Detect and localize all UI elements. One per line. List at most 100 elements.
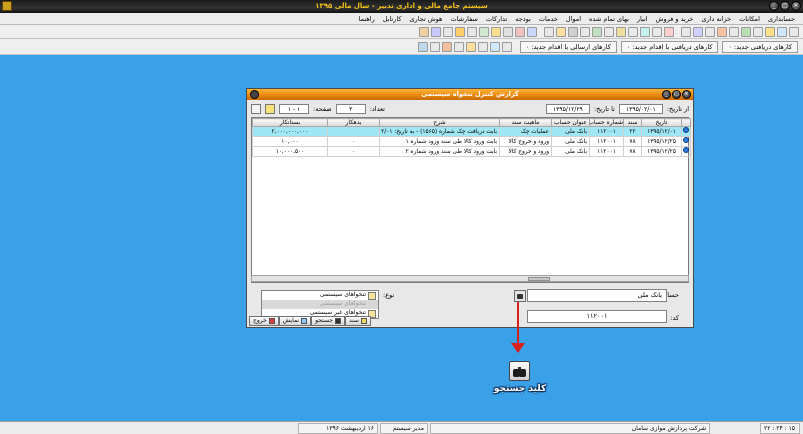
secondary-toolbar-icon-4[interactable] <box>453 41 464 52</box>
toolbar-button-icon-16[interactable] <box>592 26 602 37</box>
menu-item-7[interactable]: خدمات <box>535 13 562 25</box>
toolbar-button-icon-17[interactable] <box>580 26 590 37</box>
empty-table-row <box>253 229 691 238</box>
dialog-maximize-icon[interactable]: □ <box>672 90 681 99</box>
empty-cell <box>552 256 590 265</box>
menu-item-6[interactable]: اموال <box>562 13 585 25</box>
column-header-4[interactable]: ماهیت سند <box>499 118 552 127</box>
toolbar-button-icon-4[interactable] <box>741 26 751 37</box>
empty-cell <box>642 202 682 211</box>
menu-item-2[interactable]: خزانه داری <box>697 13 735 25</box>
tab-received-new[interactable]: کارهای دریافتی جدید: ۰ <box>722 40 798 53</box>
menu-item-5[interactable]: بهای تمام شده <box>585 13 633 25</box>
search-button[interactable]: جستجو <box>311 316 345 326</box>
toolbar-button-icon-29[interactable] <box>431 26 441 37</box>
column-header-7[interactable]: بستانکار <box>252 118 328 127</box>
toolbar-button-icon-12[interactable] <box>640 26 650 37</box>
toolbar-button-icon-6[interactable] <box>717 26 727 37</box>
toolbar-button-icon-5[interactable] <box>729 26 739 37</box>
dialog-close-icon[interactable]: × <box>682 90 691 99</box>
toolbar-button-icon-14[interactable] <box>616 26 626 37</box>
menu-item-9[interactable]: تدارکات <box>482 13 511 25</box>
page-input[interactable]: ۱ - ۱ <box>279 103 309 114</box>
toolbar-button-icon-21[interactable] <box>527 26 537 37</box>
toolbar-button-icon-9[interactable] <box>681 26 691 37</box>
empty-table-row <box>253 175 691 184</box>
column-header-5[interactable]: شرح <box>379 118 500 127</box>
menu-item-1[interactable]: امکانات <box>735 13 764 25</box>
empty-cell <box>624 211 642 220</box>
toolbar-button-icon-3[interactable] <box>753 26 763 37</box>
toolbar-button-icon-0[interactable] <box>789 26 799 37</box>
dialog-minimize-icon[interactable]: _ <box>662 90 671 99</box>
secondary-toolbar-icon-3[interactable] <box>465 41 476 52</box>
document-button[interactable]: سند <box>344 316 371 326</box>
toolbar-button-icon-22[interactable] <box>515 26 525 37</box>
account-field[interactable]: بانک ملی <box>527 289 667 302</box>
toolbar-button-icon-15[interactable] <box>604 26 614 37</box>
toolbar-button-icon-10[interactable] <box>664 26 674 37</box>
column-header-6[interactable]: بدهکار <box>327 118 380 127</box>
toolbar-button-icon-20[interactable] <box>544 26 554 37</box>
toolbar-button-icon-8[interactable] <box>693 26 703 37</box>
column-header-0[interactable]: تاریخ <box>641 118 682 127</box>
from-date-input[interactable]: ۱۳۹۵/۰۲/۰۱ <box>618 103 663 114</box>
toolbar-button-icon-25[interactable] <box>479 26 489 37</box>
secondary-toolbar-icon-1[interactable] <box>489 41 500 52</box>
annotation-label: کلید جستجو <box>493 384 547 394</box>
minimize-icon[interactable]: _ <box>769 1 779 11</box>
close-icon[interactable]: × <box>791 1 801 11</box>
toolbar-button-icon-26[interactable] <box>467 26 477 37</box>
tab-received-action-new[interactable]: کارهای دریافتی با اقدام جدید: ۰ <box>620 40 719 53</box>
menu-item-11[interactable]: هوش تجاری <box>405 13 446 25</box>
menu-item-0[interactable]: حسابداری <box>764 13 799 25</box>
exit-button[interactable]: خروج <box>249 316 279 326</box>
column-header-1[interactable]: سند <box>623 118 642 127</box>
toolbar-button-icon-11[interactable] <box>652 26 662 37</box>
toolbar-button-icon-18[interactable] <box>568 26 578 37</box>
empty-cell <box>590 229 624 238</box>
secondary-toolbar-icon-6[interactable] <box>429 41 440 52</box>
table-row[interactable]: ۱۳۹۵/۱۲/۰۱ ۲۲ ۱۱۲۰۰۱ بانک ملی عملیات چک بابت … <box>252 126 691 137</box>
secondary-toolbar-icon-7[interactable] <box>417 41 428 52</box>
menu-item-4[interactable]: انبار <box>633 13 652 25</box>
type-select-list[interactable]: تنخواهای سیستمی تنخواهای سیستمی تنخواهای… <box>261 290 379 319</box>
toolbar-button-icon-19[interactable] <box>556 26 566 37</box>
maximize-icon[interactable]: □ <box>780 1 790 11</box>
toolbar-button-icon-7[interactable] <box>705 26 715 37</box>
column-header-3[interactable]: عنوان حساب <box>551 118 590 127</box>
horizontal-scrollbar[interactable] <box>251 275 689 282</box>
toolbar-button-icon-2[interactable] <box>765 26 775 37</box>
menu-item-8[interactable]: بودجه <box>511 13 535 25</box>
secondary-toolbar-icon-2[interactable] <box>477 41 488 52</box>
print-icon[interactable] <box>251 103 261 114</box>
column-header-2[interactable]: شماره حساب <box>589 118 624 127</box>
menu-item-3[interactable]: خرید و فروش <box>652 13 698 25</box>
code-field[interactable]: ۱۱۲۰۰۱ <box>527 310 667 323</box>
toolbar-button-icon-1[interactable] <box>777 26 787 37</box>
empty-cell <box>624 184 642 193</box>
type-option-system-highlight[interactable]: تنخواهای سیستمی <box>262 300 378 309</box>
type-option-system[interactable]: تنخواهای سیستمی <box>262 291 378 300</box>
help-icon[interactable] <box>265 103 275 114</box>
menu-item-12[interactable]: کارتابل <box>379 13 406 25</box>
to-date-input[interactable]: ۱۳۹۵/۱۲/۲۹ <box>545 103 590 114</box>
tab-sent-action-new[interactable]: کارهای ارسالی با اقدام جدید: ۰ <box>519 40 617 53</box>
toolbar-button-icon-13[interactable] <box>628 26 638 37</box>
secondary-toolbar-icon-0[interactable] <box>501 41 512 52</box>
account-search-icon[interactable] <box>514 290 526 302</box>
empty-cell <box>328 157 380 166</box>
secondary-toolbar-icon-5[interactable] <box>441 41 452 52</box>
show-button[interactable]: نمایش <box>278 316 312 326</box>
toolbar-button-icon-30[interactable] <box>419 26 429 37</box>
toolbar-button-icon-28[interactable] <box>443 26 453 37</box>
toolbar-button-icon-24[interactable] <box>491 26 501 37</box>
menu-item-13[interactable]: راهنما <box>355 13 379 25</box>
to-date-label: تا تاریخ: <box>593 104 615 113</box>
menu-item-10[interactable]: سفارشات <box>446 13 481 25</box>
scrollbar-thumb[interactable] <box>528 277 550 281</box>
toolbar-button-icon-23[interactable] <box>503 26 513 37</box>
table-row[interactable]: ۱۳۹۵/۱۲/۲۵ ۷۸ ۱۱۲۰۰۱ بانک ملی ورود و خروج کا… <box>252 136 691 147</box>
toolbar-button-icon-27[interactable] <box>455 26 465 37</box>
table-row[interactable]: ۱۳۹۵/۱۲/۲۵ ۷۸ ۱۱۲۰۰۱ بانک ملی ورود و خروج کا… <box>252 146 691 157</box>
